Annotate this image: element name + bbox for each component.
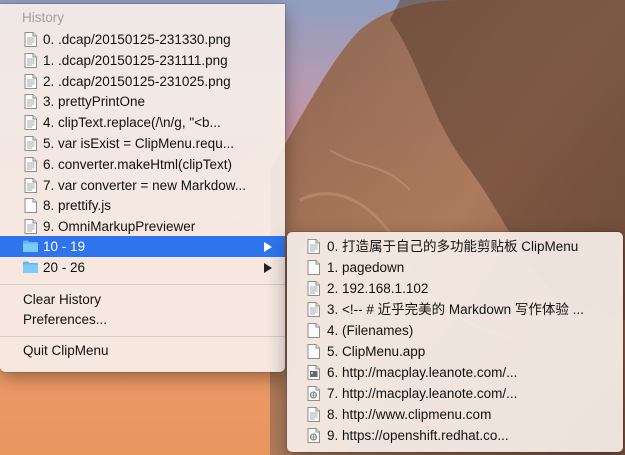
item-label: 5. var isExist = ClipMenu.requ... bbox=[43, 136, 234, 151]
item-label: 1. .dcap/20150125-231111.png bbox=[43, 52, 228, 68]
history-item-7[interactable]: 7. var converter = new Markdow... bbox=[0, 175, 285, 196]
submenu-item-9[interactable]: 9. https://openshift.redhat.co... bbox=[287, 425, 623, 446]
item-label: 7. http://macplay.leanote.com/... bbox=[327, 386, 518, 401]
submenu-item-2[interactable]: 2. 192.168.1.102 bbox=[287, 278, 623, 299]
history-item-9[interactable]: 9. OmniMarkupPreviewer bbox=[0, 216, 285, 237]
submenu-arrow-icon bbox=[264, 242, 272, 252]
link-document-icon bbox=[307, 428, 320, 443]
item-label: 0. 打造属于自己的多功能剪贴板 ClipMenu bbox=[327, 239, 579, 254]
submenu-item-1[interactable]: 1. pagedown bbox=[287, 257, 623, 278]
submenu-item-4[interactable]: 4. (Filenames) bbox=[287, 320, 623, 341]
text-document-icon bbox=[307, 281, 320, 296]
text-document-icon bbox=[307, 302, 320, 317]
history-item-5[interactable]: 5. var isExist = ClipMenu.requ... bbox=[0, 133, 285, 154]
submenu-arrow-icon bbox=[264, 263, 272, 273]
history-item-6[interactable]: 6. converter.makeHtml(clipText) bbox=[0, 154, 285, 175]
submenu-item-6[interactable]: 6. http://macplay.leanote.com/... bbox=[287, 362, 623, 383]
submenu-item-3[interactable]: 3. <!-- # 近乎完美的 Markdown 写作体验 ... bbox=[287, 299, 623, 320]
text-document-icon bbox=[24, 32, 37, 47]
history-item-2[interactable]: 2. .dcap/20150125-231025.png bbox=[0, 71, 285, 92]
blank-document-icon bbox=[24, 198, 37, 214]
item-label: 4. clipText.replace(/\n/g, "<b... bbox=[43, 115, 221, 131]
item-label: 9. OmniMarkupPreviewer bbox=[43, 219, 196, 235]
item-label: 2. .dcap/20150125-231025.png bbox=[43, 73, 231, 89]
text-document-icon bbox=[307, 407, 320, 422]
folder-icon bbox=[23, 240, 38, 252]
text-document-icon bbox=[307, 239, 320, 254]
item-label: 7. var converter = new Markdow... bbox=[43, 177, 246, 193]
clear-history-item[interactable]: Clear History bbox=[0, 289, 285, 310]
text-document-icon bbox=[24, 136, 37, 151]
preferences-item[interactable]: Preferences... bbox=[0, 309, 285, 330]
item-label: 9. https://openshift.redhat.co... bbox=[327, 428, 509, 443]
history-item-1[interactable]: 1. .dcap/20150125-231111.png bbox=[0, 50, 285, 71]
history-item-4[interactable]: 4. clipText.replace(/\n/g, "<b... bbox=[0, 112, 285, 133]
text-document-icon bbox=[24, 219, 37, 235]
item-label: 4. (Filenames) bbox=[327, 323, 414, 338]
text-document-icon bbox=[24, 115, 37, 131]
text-document-icon bbox=[24, 52, 37, 68]
history-header: History bbox=[22, 10, 65, 25]
item-label: 0. .dcap/20150125-231330.png bbox=[43, 32, 231, 47]
item-label: 2. 192.168.1.102 bbox=[327, 281, 429, 296]
item-label: 5. ClipMenu.app bbox=[327, 344, 426, 359]
history-item-8[interactable]: 8. prettify.js bbox=[0, 195, 285, 216]
link-document-icon bbox=[307, 386, 320, 401]
history-item-0[interactable]: 0. .dcap/20150125-231330.png bbox=[0, 29, 285, 50]
menu-separator bbox=[0, 336, 285, 337]
history-menu: History 0. .dcap/20150125-231330.png 1. .… bbox=[0, 4, 285, 372]
blank-document-icon bbox=[307, 344, 320, 359]
folder-item-10-19[interactable]: 10 - 19 bbox=[0, 236, 285, 257]
clear-history-label: Clear History bbox=[23, 292, 102, 307]
item-label: 1. pagedown bbox=[327, 260, 405, 275]
item-label: 6. converter.makeHtml(clipText) bbox=[43, 156, 233, 172]
submenu-10-19: 0. 打造属于自己的多功能剪贴板 ClipMenu 1. pagedown 2. 1… bbox=[287, 232, 623, 452]
text-document-icon bbox=[24, 73, 37, 89]
quit-label: Quit ClipMenu bbox=[23, 343, 109, 358]
submenu-item-8[interactable]: 8. http://www.clipmenu.com bbox=[287, 404, 623, 425]
menu-separator bbox=[0, 284, 285, 285]
item-label: 3. <!-- # 近乎完美的 Markdown 写作体验 ... bbox=[327, 302, 584, 317]
image-document-icon bbox=[307, 365, 320, 380]
folder-item-20-26[interactable]: 20 - 26 bbox=[0, 257, 285, 278]
folder-icon bbox=[23, 261, 38, 273]
preferences-label: Preferences... bbox=[23, 312, 108, 327]
text-document-icon bbox=[24, 94, 37, 110]
submenu-item-5[interactable]: 5. ClipMenu.app bbox=[287, 341, 623, 362]
item-label: 6. http://macplay.leanote.com/... bbox=[327, 365, 518, 380]
blank-document-icon bbox=[307, 323, 320, 338]
history-item-3[interactable]: 3. prettyPrintOne bbox=[0, 91, 285, 112]
text-document-icon bbox=[24, 156, 37, 172]
text-document-icon bbox=[24, 177, 37, 193]
quit-item[interactable]: Quit ClipMenu bbox=[0, 340, 285, 361]
submenu-item-7[interactable]: 7. http://macplay.leanote.com/... bbox=[287, 383, 623, 404]
item-label: 8. prettify.js bbox=[43, 198, 112, 214]
submenu-item-0[interactable]: 0. 打造属于自己的多功能剪贴板 ClipMenu bbox=[287, 236, 623, 257]
blank-document-icon bbox=[307, 260, 320, 275]
item-label: 3. prettyPrintOne bbox=[43, 94, 146, 110]
folder-label: 10 - 19 bbox=[43, 239, 86, 254]
folder-label: 20 - 26 bbox=[43, 260, 86, 275]
item-label: 8. http://www.clipmenu.com bbox=[327, 407, 492, 422]
